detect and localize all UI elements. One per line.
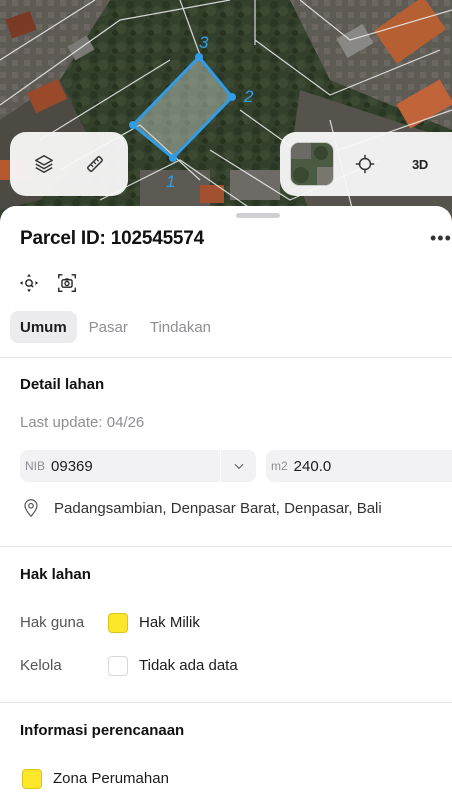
divider xyxy=(0,546,452,547)
sheet-grabber[interactable] xyxy=(236,213,280,218)
area-prefix: m2 xyxy=(271,459,288,473)
layers-button[interactable] xyxy=(23,143,65,185)
kelola-swatch xyxy=(108,656,128,676)
detail-tabs: Umum Pasar Tindakan xyxy=(10,311,221,343)
layers-icon xyxy=(34,155,53,173)
vertex-label-1: 1 xyxy=(166,172,175,191)
basemap-thumbnail-button[interactable] xyxy=(290,142,334,186)
more-options-button[interactable]: ••• xyxy=(430,228,452,249)
divider xyxy=(0,357,452,358)
nib-field[interactable]: NIB 09369 xyxy=(20,450,256,482)
zoom-to-parcel-button[interactable] xyxy=(16,270,42,296)
vertex-label-3: 3 xyxy=(199,33,209,52)
3d-toggle-button[interactable]: 3D xyxy=(400,157,440,172)
street-photo-button[interactable] xyxy=(54,270,80,296)
section-title-hak: Hak lahan xyxy=(20,566,91,583)
section-title-planning: Informasi perencanaan xyxy=(20,722,185,739)
section-title-detail: Detail lahan xyxy=(20,376,105,393)
last-update-text: Last update: 04/26 xyxy=(20,414,145,431)
crosshair-icon xyxy=(355,154,375,174)
location-pin-icon xyxy=(24,499,38,518)
zone-label: Zona Perumahan xyxy=(53,770,169,787)
hak-guna-swatch xyxy=(108,613,128,633)
nib-value: 09369 xyxy=(51,457,93,475)
divider xyxy=(0,702,452,703)
area-value: 240.0 xyxy=(293,457,332,475)
address-text: Padangsambian, Denpasar Barat, Denpasar,… xyxy=(54,499,382,517)
camera-scan-icon xyxy=(58,274,76,292)
tab-pasar[interactable]: Pasar xyxy=(79,311,138,343)
parcel-actions xyxy=(16,270,80,296)
map-tools-group xyxy=(10,132,128,196)
tab-umum[interactable]: Umum xyxy=(10,311,77,343)
measure-button[interactable] xyxy=(74,143,116,185)
satellite-map[interactable]: 1 2 3 xyxy=(0,0,452,240)
nib-prefix: NIB xyxy=(25,459,46,473)
chevron-down-icon xyxy=(234,463,243,470)
satellite-thumbnail-icon xyxy=(291,143,333,185)
tab-tindakan[interactable]: Tindakan xyxy=(140,311,221,343)
area-field[interactable]: m2 240.0 xyxy=(266,450,452,482)
hak-guna-label: Hak guna xyxy=(20,614,85,631)
locate-button[interactable] xyxy=(344,143,386,185)
vertex-label-2: 2 xyxy=(243,87,254,106)
zoom-to-parcel-icon xyxy=(19,273,39,293)
parcel-detail-sheet: Parcel ID: 102545574 ••• Umum Pasar Tind… xyxy=(0,206,452,804)
measure-icon xyxy=(86,156,103,172)
map-view-group: 3D xyxy=(280,132,452,196)
kelola-label: Kelola xyxy=(20,657,62,674)
parcel-title: Parcel ID: 102545574 xyxy=(20,228,205,249)
zone-swatch xyxy=(22,769,42,789)
nib-dropdown-button[interactable] xyxy=(220,450,256,482)
hak-guna-value: Hak Milik xyxy=(139,614,200,631)
kelola-value: Tidak ada data xyxy=(139,657,238,674)
address-row: Padangsambian, Denpasar Barat, Denpasar,… xyxy=(22,498,382,518)
map-view[interactable]: 1 2 3 3D xyxy=(0,0,452,240)
